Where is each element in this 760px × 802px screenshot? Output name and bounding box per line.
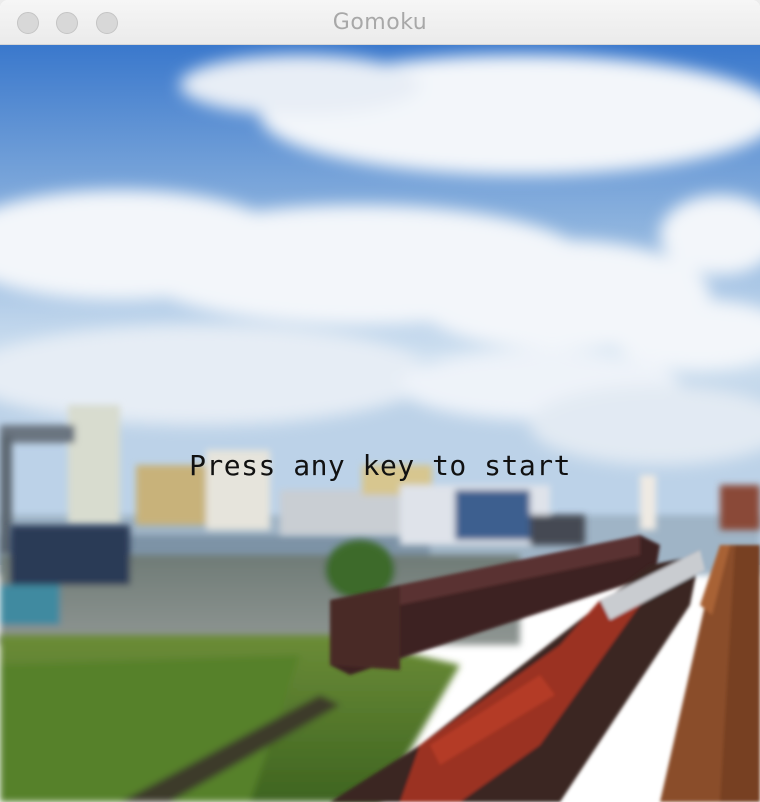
game-canvas[interactable]: Press any key to start bbox=[0, 45, 760, 802]
title-bar: Gomoku bbox=[0, 0, 760, 45]
start-prompt: Press any key to start bbox=[189, 449, 571, 482]
background-photo bbox=[0, 45, 760, 802]
game-window: Gomoku Press any key to start bbox=[0, 0, 760, 802]
window-title: Gomoku bbox=[332, 10, 428, 35]
